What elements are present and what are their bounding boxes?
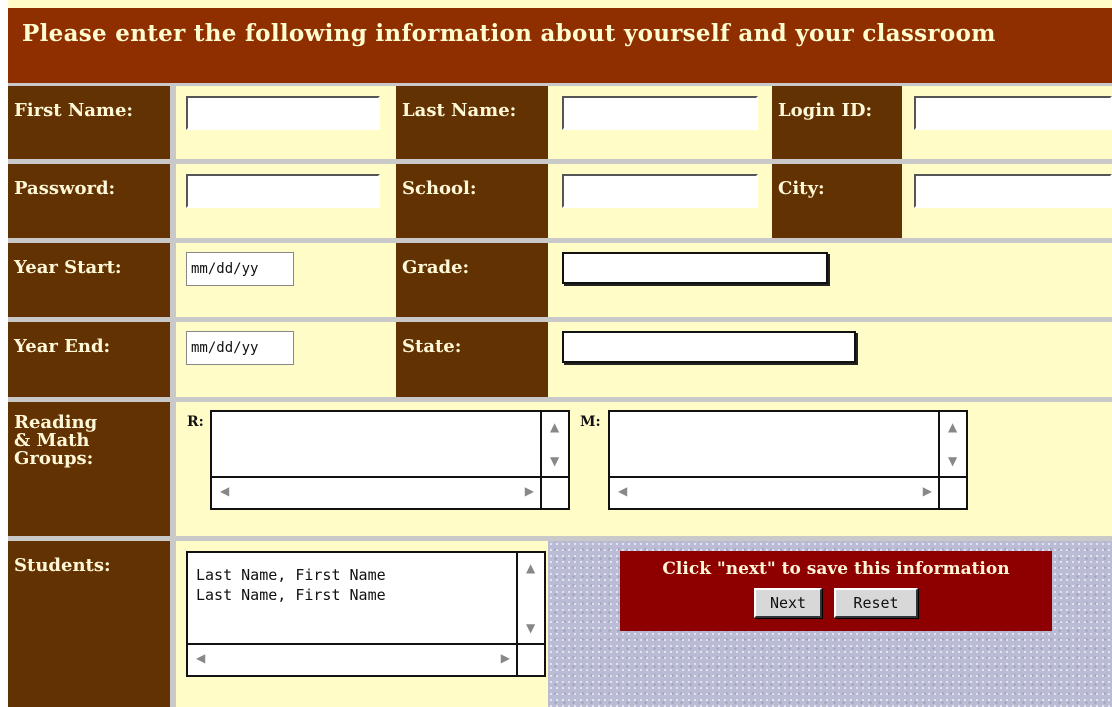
scroll-right-icon[interactable]: ▶ xyxy=(923,484,932,498)
scroll-left-icon[interactable]: ◀ xyxy=(618,484,627,498)
math-group-textarea[interactable]: ▲ ▼ ◀ ▶ xyxy=(608,410,968,510)
label-groups-line3: Groups: xyxy=(14,448,94,469)
scrollbar-corner xyxy=(516,643,544,675)
label-school: School: xyxy=(396,164,548,238)
reading-group-textarea[interactable]: ▲ ▼ ◀ ▶ xyxy=(210,410,570,510)
scroll-down-icon[interactable]: ▼ xyxy=(526,621,535,635)
students-textarea[interactable]: Last Name, First Name Last Name, First N… xyxy=(186,551,546,677)
scroll-down-icon[interactable]: ▼ xyxy=(550,454,559,468)
city-input[interactable] xyxy=(914,174,1112,208)
horizontal-scrollbar[interactable]: ◀ ▶ xyxy=(610,476,940,508)
reset-button[interactable]: Reset xyxy=(834,588,918,618)
label-last-name: Last Name: xyxy=(396,86,548,159)
label-grade-text: Grade: xyxy=(402,257,470,278)
vertical-scrollbar[interactable]: ▲ ▼ xyxy=(540,412,568,478)
year-end-input[interactable]: mm/dd/yy xyxy=(186,331,294,365)
last-name-input[interactable] xyxy=(562,96,758,130)
scroll-right-icon[interactable]: ▶ xyxy=(501,651,510,665)
column-divider xyxy=(170,83,176,707)
label-year-end-text: Year End: xyxy=(14,336,111,357)
scrollbar-corner xyxy=(938,476,966,508)
scroll-up-icon[interactable]: ▲ xyxy=(526,561,535,575)
vertical-scrollbar[interactable]: ▲ ▼ xyxy=(516,553,544,645)
label-students-text: Students: xyxy=(14,555,111,576)
label-school-text: School: xyxy=(402,178,477,199)
scroll-down-icon[interactable]: ▼ xyxy=(948,454,957,468)
label-first-name-text: First Name: xyxy=(14,100,134,121)
label-year-end: Year End: xyxy=(8,322,170,397)
save-message: Click "next" to save this information xyxy=(662,559,1010,579)
math-group-label: M: xyxy=(580,414,601,430)
label-city-text: City: xyxy=(778,178,825,199)
password-input[interactable] xyxy=(186,174,380,208)
label-state-text: State: xyxy=(402,336,462,357)
label-first-name: First Name: xyxy=(8,86,170,159)
label-password: Password: xyxy=(8,164,170,238)
label-year-start-text: Year Start: xyxy=(14,257,122,278)
horizontal-scrollbar[interactable]: ◀ ▶ xyxy=(212,476,542,508)
login-id-input[interactable] xyxy=(914,96,1112,130)
next-button[interactable]: Next xyxy=(754,588,822,618)
label-state: State: xyxy=(396,322,548,397)
label-login-id-text: Login ID: xyxy=(778,100,873,121)
label-last-name-text: Last Name: xyxy=(402,100,517,121)
reading-group-label: R: xyxy=(187,414,204,430)
form-title: Please enter the following information a… xyxy=(22,20,996,47)
label-students: Students: xyxy=(8,541,170,707)
label-login-id: Login ID: xyxy=(772,86,902,159)
vertical-scrollbar[interactable]: ▲ ▼ xyxy=(938,412,966,478)
horizontal-scrollbar[interactable]: ◀ ▶ xyxy=(188,643,518,675)
scroll-right-icon[interactable]: ▶ xyxy=(525,484,534,498)
school-input[interactable] xyxy=(562,174,758,208)
first-name-input[interactable] xyxy=(186,96,380,130)
scroll-up-icon[interactable]: ▲ xyxy=(948,420,957,434)
label-password-text: Password: xyxy=(14,178,116,199)
form-header: Please enter the following information a… xyxy=(8,8,1112,83)
save-panel: Click "next" to save this information Ne… xyxy=(620,551,1052,631)
grade-input[interactable] xyxy=(562,252,828,284)
scroll-left-icon[interactable]: ◀ xyxy=(220,484,229,498)
scroll-up-icon[interactable]: ▲ xyxy=(550,420,559,434)
scrollbar-corner xyxy=(540,476,568,508)
year-start-input[interactable]: mm/dd/yy xyxy=(186,252,294,286)
label-groups: Reading & Math Groups: xyxy=(8,402,170,536)
label-year-start: Year Start: xyxy=(8,243,170,317)
state-input[interactable] xyxy=(562,331,856,363)
label-groups-text: Reading & Math Groups: xyxy=(14,414,97,468)
label-grade: Grade: xyxy=(396,243,548,317)
students-text: Last Name, First Name Last Name, First N… xyxy=(196,566,386,604)
scroll-left-icon[interactable]: ◀ xyxy=(196,651,205,665)
page-margin xyxy=(0,0,8,707)
label-city: City: xyxy=(772,164,902,238)
